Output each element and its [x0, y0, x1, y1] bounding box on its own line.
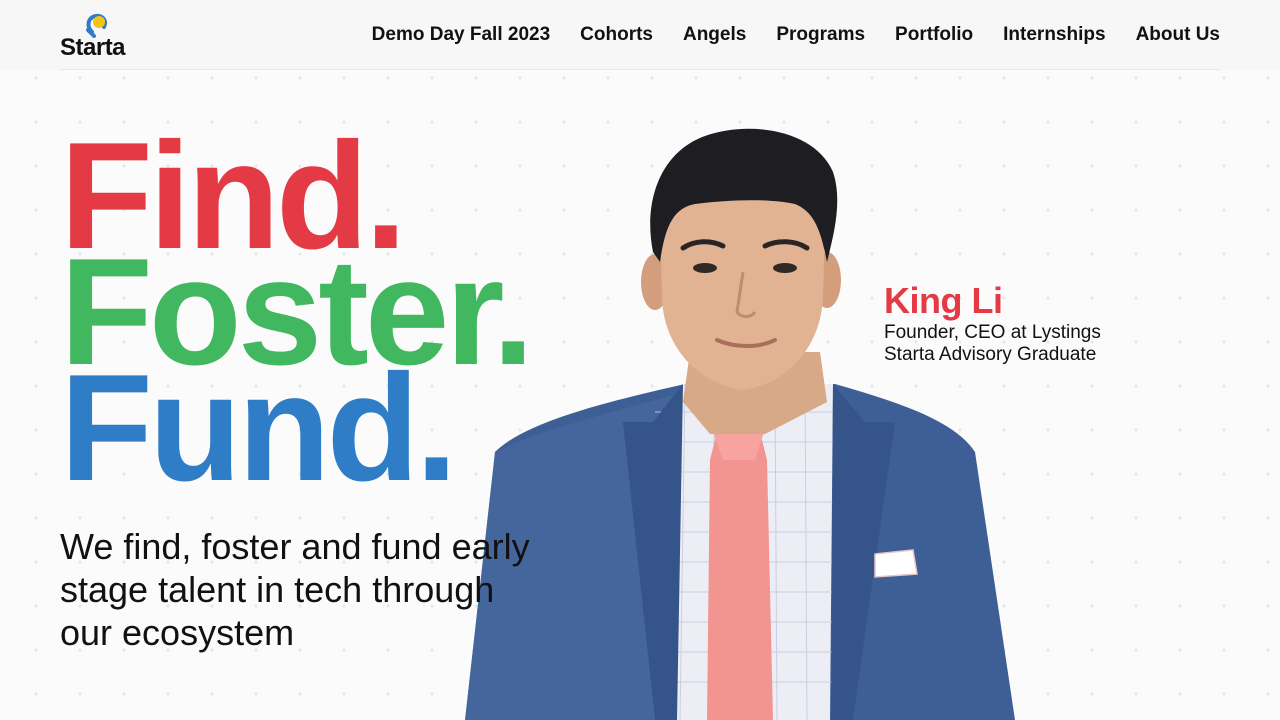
header-divider	[60, 69, 1220, 70]
testimonial-name: King Li	[884, 280, 1003, 321]
nav-link-demo-day[interactable]: Demo Day Fall 2023	[372, 24, 550, 46]
testimonial-note: Starta Advisory Graduate	[884, 344, 1097, 365]
founder-portrait	[465, 128, 1015, 720]
nav-link-portfolio[interactable]: Portfolio	[895, 24, 973, 46]
logo-wordmark: Starta	[60, 34, 126, 61]
nav-link-programs[interactable]: Programs	[776, 24, 865, 46]
main-navigation: Demo Day Fall 2023 Cohorts Angels Progra…	[372, 24, 1220, 46]
testimonial-role: Founder, CEO at Lystings	[884, 322, 1101, 343]
hero-headline: Find. Foster. Fund.	[60, 120, 534, 504]
hero-subheading: We find, foster and fund early stage tal…	[60, 526, 530, 653]
nav-link-internships[interactable]: Internships	[1003, 24, 1105, 46]
starta-logo[interactable]: Starta	[60, 12, 140, 61]
site-header: Starta Demo Day Fall 2023 Cohorts Angels…	[0, 0, 1280, 70]
portrait-tie	[707, 432, 773, 720]
testimonial-caption: King Li Founder, CEO at Lystings Starta …	[884, 280, 1101, 366]
nav-link-angels[interactable]: Angels	[683, 24, 746, 46]
nav-link-about-us[interactable]: About Us	[1136, 24, 1220, 46]
nav-link-cohorts[interactable]: Cohorts	[580, 24, 653, 46]
portrait-pocket-square	[874, 549, 918, 578]
